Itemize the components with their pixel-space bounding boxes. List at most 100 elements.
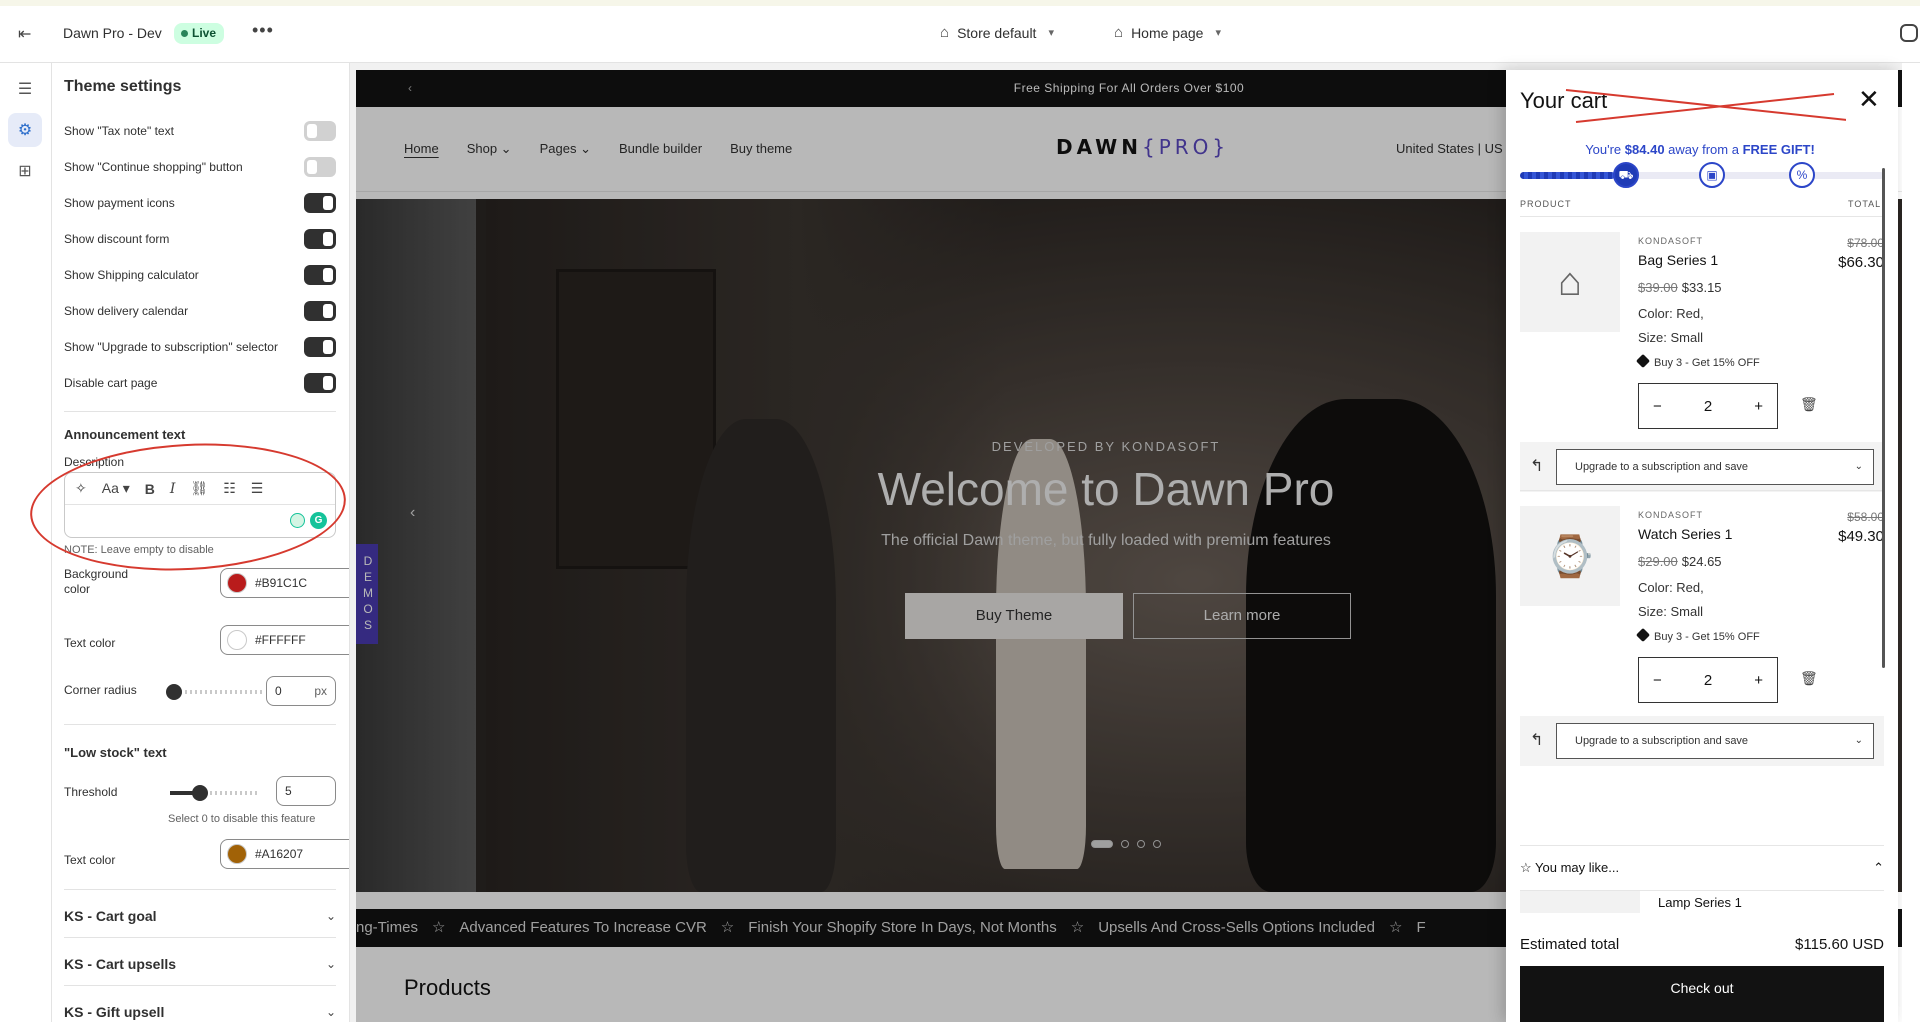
- item-vendor: KONDASOFT: [1638, 510, 1704, 520]
- corner-radius-slider[interactable]: [170, 690, 262, 694]
- toggle-label: Show "Continue shopping" button: [64, 160, 243, 174]
- item-sale-price: $33.15: [1681, 280, 1722, 295]
- tax-note-toggle[interactable]: [304, 121, 336, 141]
- section-cart-upsells[interactable]: KS - Cart upsells ⌄: [64, 956, 336, 972]
- goal-middle: away from a: [1664, 142, 1743, 157]
- toggle-row-tax-note: Show "Tax note" text: [64, 121, 336, 141]
- toggle-row-payment-icons: Show payment icons: [64, 193, 336, 213]
- upgrade-subscription-select[interactable]: Upgrade to a subscription and save ⌄: [1556, 449, 1874, 485]
- divider: [1520, 845, 1884, 846]
- threshold-handle[interactable]: [192, 785, 208, 801]
- goal-reward: FREE GIFT!: [1742, 142, 1815, 157]
- more-actions-button[interactable]: •••: [252, 20, 274, 41]
- corner-radius-input[interactable]: 0 px: [266, 676, 336, 706]
- toggle-label: Show delivery calendar: [64, 304, 189, 318]
- low-stock-color-swatch[interactable]: [227, 844, 247, 864]
- right-strip: [1902, 63, 1920, 1022]
- you-may-like-label: ☆ You may like...: [1520, 860, 1619, 876]
- estimated-total-label: Estimated total: [1520, 936, 1620, 953]
- exit-icon[interactable]: ⇤: [18, 24, 36, 43]
- threshold-slider[interactable]: [170, 791, 260, 795]
- minus-button[interactable]: −: [1653, 672, 1662, 689]
- link-icon[interactable]: ⛓: [190, 480, 208, 497]
- toggle-row-delivery-calendar: Show delivery calendar: [64, 301, 336, 321]
- bag-icon[interactable]: ⌂: [1520, 232, 1620, 332]
- continue-shopping-toggle[interactable]: [304, 157, 336, 177]
- cart-goal-text: You're $84.40 away from a FREE GIFT!: [1520, 142, 1880, 157]
- chevron-down-icon: ▾: [1048, 27, 1054, 39]
- section-label: KS - Cart upsells: [64, 956, 177, 972]
- bullet-list-icon[interactable]: ☷: [223, 480, 236, 497]
- trash-icon[interactable]: 🗑: [1800, 396, 1818, 413]
- you-may-like-toggle[interactable]: ☆ You may like... ⌃: [1520, 860, 1884, 876]
- upgrade-subscription-select[interactable]: Upgrade to a subscription and save ⌄: [1556, 723, 1874, 759]
- section-gift-upsell[interactable]: KS - Gift upsell ⌄: [64, 1004, 336, 1020]
- trash-icon[interactable]: 🗑: [1800, 670, 1818, 687]
- item-total: $58.00 $49.30: [1838, 510, 1884, 545]
- account-icon[interactable]: [1900, 24, 1918, 42]
- disable-cart-toggle[interactable]: [304, 373, 336, 393]
- description-label: Description: [64, 455, 125, 469]
- quantity-value[interactable]: 2: [1704, 672, 1712, 689]
- assistant-icon[interactable]: [290, 513, 305, 528]
- discount-form-toggle[interactable]: [304, 229, 336, 249]
- font-size-icon[interactable]: Aa ▾: [102, 480, 130, 497]
- drawer-overlay[interactable]: [356, 70, 1506, 1022]
- chevron-down-icon: ⌄: [325, 957, 336, 971]
- section-cart-goal[interactable]: KS - Cart goal ⌄: [64, 908, 336, 924]
- item-size: Size: Small: [1638, 604, 1704, 619]
- bold-icon[interactable]: B: [145, 481, 155, 497]
- description-editor[interactable]: ✧ Aa ▾ B I ⛓ ☷ ☰ G: [64, 472, 336, 538]
- announcement-heading: Announcement text: [64, 427, 186, 442]
- plus-button[interactable]: +: [1754, 672, 1763, 689]
- bg-color-input[interactable]: #B91C1C: [220, 568, 349, 598]
- text-color-swatch[interactable]: [227, 630, 247, 650]
- upsell-item[interactable]: Lamp Series 1: [1520, 890, 1884, 914]
- bg-color-label: Background color: [64, 567, 129, 596]
- item-name[interactable]: Watch Series 1: [1638, 526, 1732, 542]
- magic-icon[interactable]: ✧: [75, 480, 87, 497]
- close-icon[interactable]: ✕: [1858, 86, 1880, 112]
- grammarly-icon[interactable]: G: [310, 512, 327, 529]
- item-discount: Buy 3 - Get 15% OFF: [1635, 627, 1760, 643]
- divider: [64, 411, 336, 412]
- low-stock-text-color-input[interactable]: #A16207: [220, 839, 349, 869]
- upgrade-subscription-row: ↰ Upgrade to a subscription and save ⌄: [1520, 442, 1884, 492]
- corner-radius-handle[interactable]: [166, 684, 182, 700]
- checkout-button[interactable]: Check out: [1520, 966, 1884, 1022]
- payment-icons-toggle[interactable]: [304, 193, 336, 213]
- upsell-name: Lamp Series 1: [1658, 895, 1742, 910]
- item-name[interactable]: Bag Series 1: [1638, 252, 1718, 268]
- low-stock-heading: "Low stock" text: [64, 745, 167, 760]
- item-compare-price: $29.00: [1638, 554, 1678, 569]
- page-select[interactable]: ⌂ Home page ▾: [1114, 24, 1221, 41]
- section-label: KS - Cart goal: [64, 908, 157, 924]
- live-badge: Live: [174, 23, 225, 44]
- numbered-list-icon[interactable]: ☰: [251, 480, 264, 497]
- chevron-down-icon: ▾: [1215, 27, 1221, 39]
- watch-icon[interactable]: ⌚: [1520, 506, 1620, 606]
- item-price: $39.00 $33.15: [1638, 280, 1722, 295]
- gear-icon[interactable]: ⚙: [8, 113, 42, 147]
- sections-icon[interactable]: ☰: [8, 72, 42, 106]
- store-select[interactable]: ⌂ Store default ▾: [940, 24, 1054, 41]
- panel-title: Theme settings: [64, 78, 182, 95]
- threshold-label: Threshold: [64, 785, 118, 799]
- cart-scrollbar[interactable]: [1882, 168, 1885, 668]
- quantity-stepper: − 2 +: [1638, 657, 1778, 703]
- plus-button[interactable]: +: [1754, 398, 1763, 415]
- toggle-label: Disable cart page: [64, 376, 158, 390]
- item-color: Color: Red,: [1638, 580, 1704, 595]
- italic-icon[interactable]: I: [170, 481, 176, 497]
- quantity-stepper: − 2 +: [1638, 383, 1778, 429]
- apps-icon[interactable]: ⊞: [8, 154, 42, 188]
- shipping-calculator-toggle[interactable]: [304, 265, 336, 285]
- announcement-text-color-input[interactable]: #FFFFFF: [220, 625, 349, 655]
- bg-color-swatch[interactable]: [227, 573, 247, 593]
- threshold-input[interactable]: 5: [276, 776, 336, 806]
- upgrade-subscription-toggle[interactable]: [304, 337, 336, 357]
- delivery-calendar-toggle[interactable]: [304, 301, 336, 321]
- minus-button[interactable]: −: [1653, 398, 1662, 415]
- item-price: $29.00 $24.65: [1638, 554, 1722, 569]
- quantity-value[interactable]: 2: [1704, 398, 1712, 415]
